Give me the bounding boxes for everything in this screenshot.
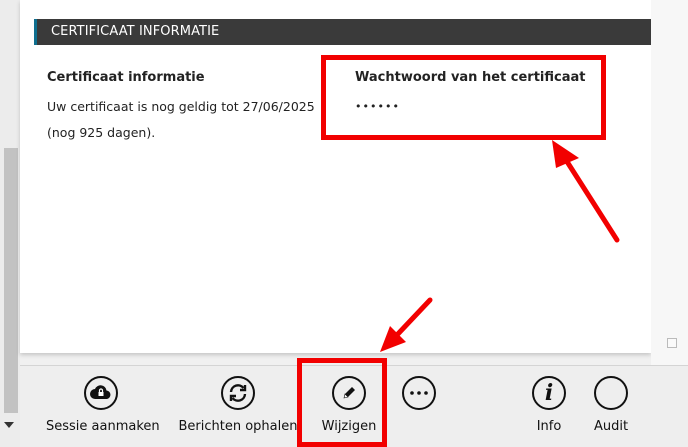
info-label: Info: [536, 419, 562, 434]
more-options-button[interactable]: [400, 376, 438, 419]
sessie-aanmaken-label: Sessie aanmaken: [46, 419, 160, 434]
sessie-aanmaken-button[interactable]: Sessie aanmaken: [46, 376, 160, 434]
certificate-validity-text: Uw certificaat is nog geldig tot 27/06/2…: [47, 99, 315, 114]
wijzigen-button[interactable]: Wijzigen: [310, 376, 388, 434]
pencil-icon: [332, 376, 366, 410]
berichten-ophalen-label: Berichten ophalen: [178, 419, 298, 434]
password-title: Wachtwoord van het certificaat: [355, 70, 586, 85]
audit-label: Audit: [593, 419, 629, 434]
panel-toggle-icon[interactable]: [667, 338, 677, 348]
berichten-ophalen-button[interactable]: Berichten ophalen: [178, 376, 298, 434]
cloud-lock-icon: [84, 376, 118, 410]
info-button[interactable]: i Info: [522, 376, 576, 434]
info-icon: i: [532, 376, 566, 410]
audit-button[interactable]: Audit: [586, 376, 636, 434]
certificate-card: CERTIFICAAT INFORMATIE Certificaat infor…: [20, 0, 651, 353]
right-side-panel: [651, 0, 688, 365]
section-header: CERTIFICAAT INFORMATIE: [34, 19, 651, 45]
audit-icon: [594, 376, 628, 410]
certificate-days-remaining: (nog 925 dagen).: [47, 125, 156, 140]
bottom-toolbar: Sessie aanmaken Berichten ophalen Wijzig…: [20, 365, 688, 447]
scrollbar-thumb[interactable]: [4, 148, 18, 413]
wijzigen-label: Wijzigen: [321, 419, 377, 434]
refresh-icon: [221, 376, 255, 410]
left-scrollbar[interactable]: [0, 0, 20, 447]
certificate-info-title: Certificaat informatie: [47, 70, 205, 85]
password-masked-value: ••••••: [355, 100, 400, 113]
scroll-down-arrow-icon[interactable]: [4, 422, 14, 428]
more-icon: [402, 376, 436, 410]
